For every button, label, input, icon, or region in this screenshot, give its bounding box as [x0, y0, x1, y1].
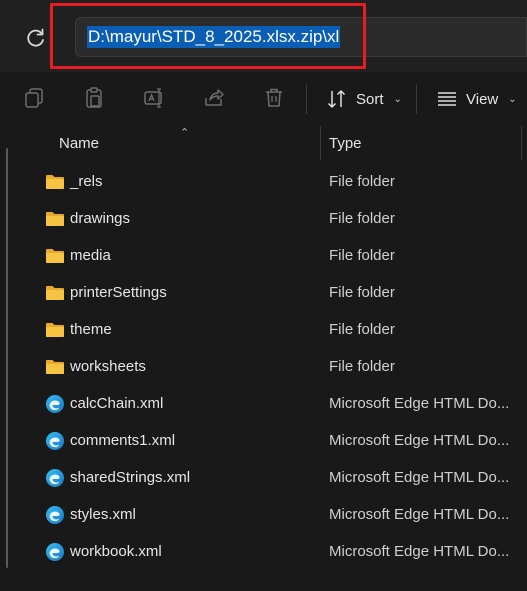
edge-icon: [45, 505, 65, 525]
file-type: Microsoft Edge HTML Do...: [329, 543, 510, 560]
share-icon[interactable]: [202, 86, 226, 110]
file-name[interactable]: _rels: [70, 173, 103, 190]
file-row[interactable]: theme File folder: [0, 312, 527, 349]
file-name[interactable]: printerSettings: [70, 284, 167, 301]
file-row[interactable]: styles.xml Microsoft Edge HTML Do...: [0, 497, 527, 534]
edge-icon: [45, 542, 65, 562]
file-name[interactable]: sharedStrings.xml: [70, 469, 190, 486]
toolbar-separator: [416, 84, 417, 114]
view-button[interactable]: View ⌄: [436, 84, 517, 114]
file-name[interactable]: drawings: [70, 210, 130, 227]
file-type: File folder: [329, 210, 395, 227]
annotation-highlight-box: [50, 3, 366, 69]
file-name[interactable]: calcChain.xml: [70, 395, 163, 412]
column-header-type[interactable]: Type: [329, 135, 362, 152]
chevron-down-icon: ⌄: [393, 93, 402, 105]
address-bar-region: D:\mayur\STD_8_2025.xlsx.zip\xl: [0, 0, 527, 72]
column-divider[interactable]: [320, 126, 321, 160]
file-type: File folder: [329, 173, 395, 190]
file-name[interactable]: media: [70, 247, 111, 264]
sort-button[interactable]: Sort ⌄: [326, 84, 402, 114]
folder-icon: [45, 246, 65, 266]
file-row[interactable]: drawings File folder: [0, 201, 527, 238]
file-name[interactable]: worksheets: [70, 358, 146, 375]
toolbar-separator: [306, 84, 307, 114]
file-name[interactable]: workbook.xml: [70, 543, 162, 560]
folder-icon: [45, 320, 65, 340]
file-row[interactable]: media File folder: [0, 238, 527, 275]
sort-ascending-caret-icon: ⌃: [180, 127, 190, 139]
file-row[interactable]: workbook.xml Microsoft Edge HTML Do...: [0, 534, 527, 571]
file-type: File folder: [329, 247, 395, 264]
edge-icon: [45, 394, 65, 414]
file-type: File folder: [329, 321, 395, 338]
file-row[interactable]: calcChain.xml Microsoft Edge HTML Do...: [0, 386, 527, 423]
edge-icon: [45, 431, 65, 451]
chevron-down-icon: ⌄: [508, 93, 517, 105]
folder-icon: [45, 209, 65, 229]
column-header-name[interactable]: Name: [59, 135, 99, 152]
file-name[interactable]: theme: [70, 321, 112, 338]
file-row[interactable]: worksheets File folder: [0, 349, 527, 386]
edge-icon: [45, 468, 65, 488]
command-toolbar: Sort ⌄ View ⌄: [0, 72, 527, 127]
file-row[interactable]: printerSettings File folder: [0, 275, 527, 312]
file-rows: _rels File folder drawings File folder media…: [0, 164, 527, 571]
file-type: Microsoft Edge HTML Do...: [329, 395, 510, 412]
file-type: Microsoft Edge HTML Do...: [329, 506, 510, 523]
folder-icon: [45, 357, 65, 377]
file-row[interactable]: sharedStrings.xml Microsoft Edge HTML Do.…: [0, 460, 527, 497]
file-type: Microsoft Edge HTML Do...: [329, 469, 510, 486]
folder-icon: [45, 172, 65, 192]
column-divider[interactable]: [521, 126, 522, 160]
file-row[interactable]: _rels File folder: [0, 164, 527, 201]
copy-icon[interactable]: [22, 86, 46, 110]
file-type: Microsoft Edge HTML Do...: [329, 432, 510, 449]
folder-icon: [45, 283, 65, 303]
file-type: File folder: [329, 358, 395, 375]
sort-icon: [327, 90, 346, 108]
file-type: File folder: [329, 284, 395, 301]
rename-icon[interactable]: [142, 86, 166, 110]
view-label: View: [466, 90, 499, 108]
file-name[interactable]: styles.xml: [70, 506, 136, 523]
file-row[interactable]: comments1.xml Microsoft Edge HTML Do...: [0, 423, 527, 460]
sort-label: Sort: [356, 90, 384, 108]
file-name[interactable]: comments1.xml: [70, 432, 175, 449]
refresh-icon[interactable]: [24, 26, 48, 50]
column-header-row: ⌃ Name Type: [0, 126, 527, 160]
view-list-icon: [438, 92, 456, 106]
paste-icon[interactable]: [82, 86, 106, 110]
delete-icon[interactable]: [262, 86, 286, 110]
